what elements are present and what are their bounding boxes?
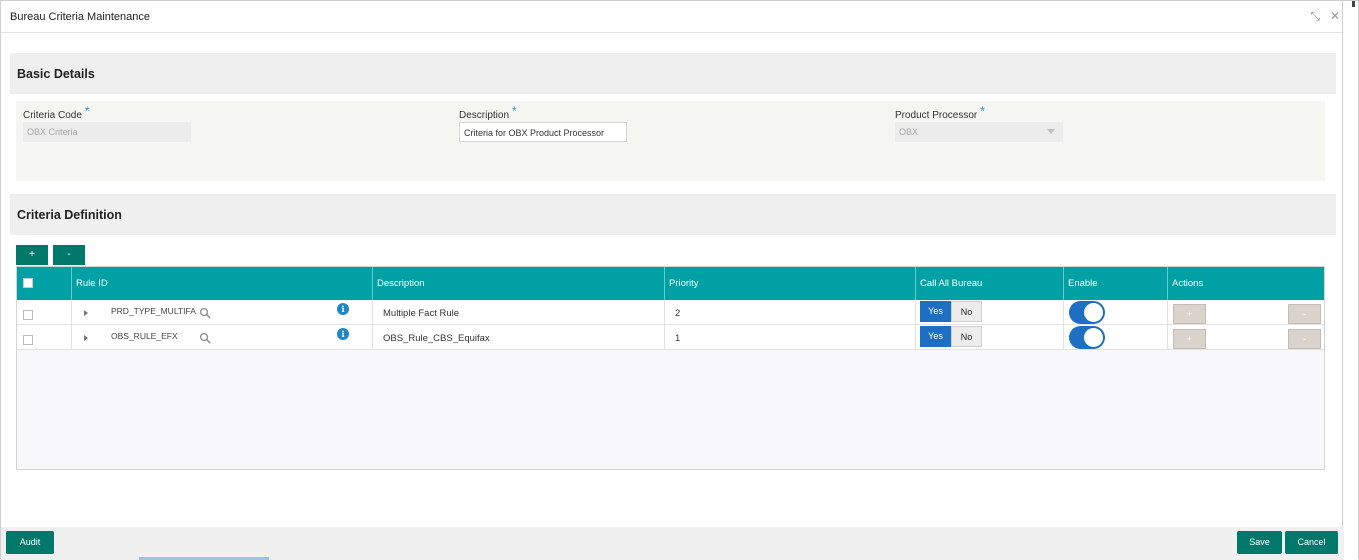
scrollbar-thumb[interactable]	[1352, 1, 1355, 7]
no-option[interactable]: No	[951, 326, 982, 347]
actions-cell: + -	[1168, 325, 1324, 350]
basic-details-header: Basic Details	[10, 53, 1336, 94]
switch-knob	[1084, 303, 1103, 322]
footer-bar: Audit Save Cancel	[1, 527, 1344, 560]
compress-icon[interactable]: ⤡	[1310, 9, 1320, 24]
action-add-button[interactable]: +	[1173, 329, 1206, 349]
rule-id-cell: OBS_RULE_EFX i	[72, 325, 373, 350]
col-rule-id[interactable]: Rule ID	[72, 267, 373, 300]
col-actions[interactable]: Actions	[1168, 267, 1324, 300]
chevron-down-icon	[1047, 129, 1055, 134]
criteria-code-label-text: Criteria Code	[23, 110, 82, 121]
required-marker: *	[980, 104, 985, 118]
yes-option[interactable]: Yes	[920, 326, 951, 347]
search-icon[interactable]	[199, 332, 211, 344]
basic-details-heading: Basic Details	[17, 67, 95, 81]
product-processor-select[interactable]: OBX	[895, 122, 1063, 142]
enable-cell	[1064, 300, 1168, 325]
criteria-definition-header: Criteria Definition	[10, 194, 1336, 235]
priority-cell: 1	[665, 325, 916, 350]
product-processor-label-text: Product Processor	[895, 110, 978, 121]
cancel-button[interactable]: Cancel	[1285, 531, 1338, 554]
col-call-all-bureau[interactable]: Call All Bureau	[916, 267, 1064, 300]
row-select-cell	[17, 300, 72, 325]
row-checkbox[interactable]	[23, 310, 33, 320]
enable-switch[interactable]	[1069, 326, 1105, 349]
select-all-checkbox[interactable]	[23, 278, 33, 288]
switch-knob	[1084, 328, 1103, 347]
description-value: OBS_Rule_CBS_Equifax	[383, 333, 490, 344]
criteria-grid: Rule ID Description Priority Call All Bu…	[16, 266, 1325, 470]
rule-id-value[interactable]: PRD_TYPE_MULTIFA	[111, 306, 196, 316]
col-description[interactable]: Description	[373, 267, 665, 300]
criteria-code-label: Criteria Code *	[23, 104, 90, 121]
table-row: OBS_RULE_EFX i OBS_Rule_CBS_Equifax 1 Ye…	[17, 325, 1324, 350]
rule-id-cell: PRD_TYPE_MULTIFA i	[72, 300, 373, 325]
no-option[interactable]: No	[951, 301, 982, 322]
criteria-definition-heading: Criteria Definition	[17, 208, 122, 222]
description-cell: Multiple Fact Rule	[373, 300, 665, 325]
required-marker: *	[84, 104, 90, 118]
yes-option[interactable]: Yes	[920, 301, 951, 322]
select-all-cell	[17, 267, 72, 300]
product-processor-value: OBX	[899, 127, 919, 137]
priority-value[interactable]: 1	[675, 333, 680, 344]
info-icon[interactable]: i	[337, 328, 349, 340]
actions-cell: + -	[1168, 300, 1324, 325]
product-processor-label: Product Processor *	[895, 104, 985, 121]
description-label-text: Description	[459, 110, 510, 121]
vertical-scrollbar[interactable]	[1342, 1, 1358, 560]
priority-value[interactable]: 2	[675, 308, 680, 319]
window-title: Bureau Criteria Maintenance	[10, 11, 151, 23]
audit-button[interactable]: Audit	[6, 531, 54, 554]
description-cell: OBS_Rule_CBS_Equifax	[373, 325, 665, 350]
expand-row-icon[interactable]	[84, 310, 88, 316]
call-all-bureau-cell: Yes No	[916, 300, 1064, 325]
info-icon[interactable]: i	[337, 303, 349, 315]
call-all-bureau-cell: Yes No	[916, 325, 1064, 350]
action-add-button[interactable]: +	[1173, 304, 1206, 324]
enable-cell	[1064, 325, 1168, 350]
close-icon[interactable]: ✕	[1330, 9, 1340, 24]
description-field[interactable]: Criteria for OBX Product Processor	[459, 122, 627, 142]
enable-switch[interactable]	[1069, 301, 1105, 324]
col-enable[interactable]: Enable	[1064, 267, 1168, 300]
row-checkbox[interactable]	[23, 335, 33, 345]
row-select-cell	[17, 325, 72, 350]
basic-details-panel: Criteria Code * OBX Criteria Description *…	[16, 101, 1325, 181]
criteria-code-field[interactable]: OBX Criteria	[23, 122, 191, 142]
window-controls: ⤡ ✕	[1310, 9, 1340, 24]
description-value: Multiple Fact Rule	[383, 308, 460, 319]
rule-id-value[interactable]: OBS_RULE_EFX	[111, 331, 178, 341]
grid-header: Rule ID Description Priority Call All Bu…	[17, 267, 1324, 300]
yes-no-toggle: Yes No	[920, 326, 982, 347]
description-label: Description *	[459, 104, 517, 121]
expand-row-icon[interactable]	[84, 335, 88, 341]
col-priority[interactable]: Priority	[665, 267, 916, 300]
save-button[interactable]: Save	[1237, 531, 1282, 554]
action-remove-button[interactable]: -	[1288, 304, 1321, 324]
required-marker: *	[512, 104, 517, 118]
add-row-button[interactable]: +	[16, 245, 48, 265]
title-bar: Bureau Criteria Maintenance ⤡ ✕	[1, 1, 1344, 33]
table-row: PRD_TYPE_MULTIFA i Multiple Fact Rule 2 …	[17, 300, 1324, 325]
search-icon[interactable]	[199, 307, 211, 319]
remove-row-button[interactable]: -	[53, 245, 85, 265]
yes-no-toggle: Yes No	[920, 301, 982, 322]
action-remove-button[interactable]: -	[1288, 329, 1321, 349]
bureau-criteria-window: Bureau Criteria Maintenance ⤡ ✕ Basic De…	[0, 0, 1359, 560]
priority-cell: 2	[665, 300, 916, 325]
